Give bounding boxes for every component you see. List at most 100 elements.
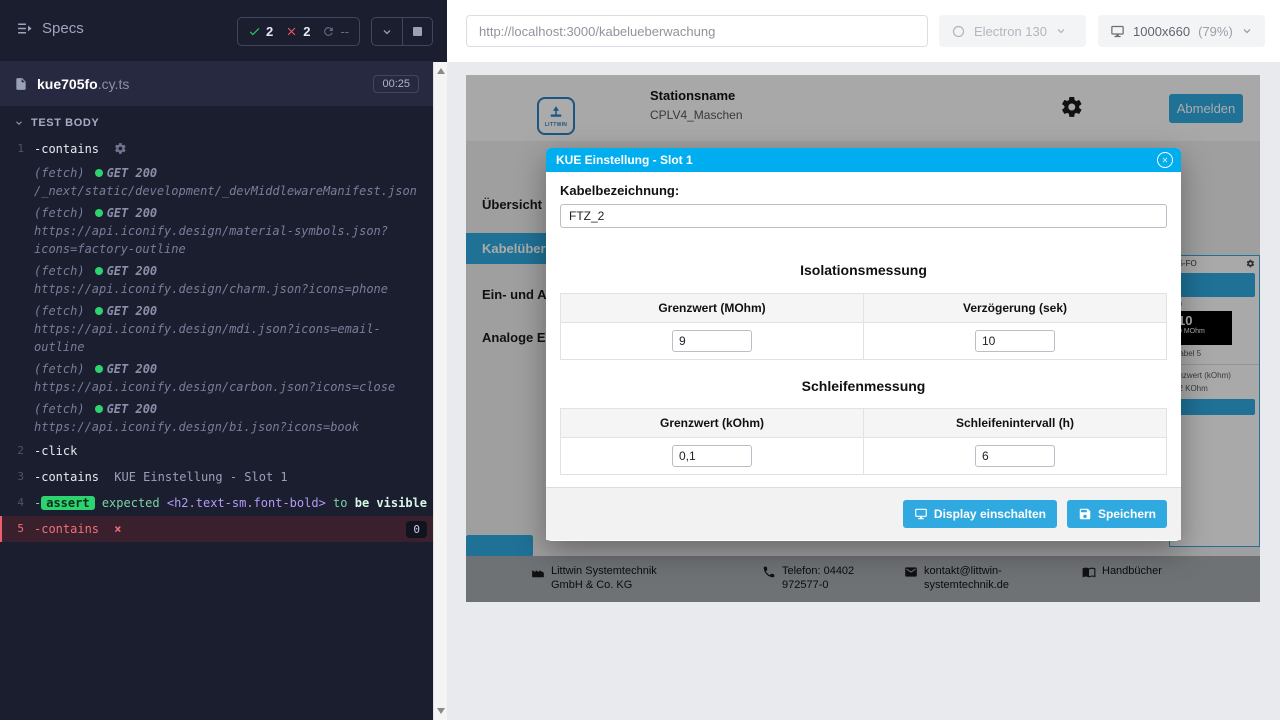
command-number: 5	[2, 520, 34, 538]
collapse-button[interactable]	[372, 18, 402, 45]
failed-stat: 2	[285, 24, 310, 39]
command-name: -contains	[34, 142, 99, 156]
stop-button[interactable]	[402, 18, 432, 45]
http-status: GET 200	[107, 166, 158, 180]
status-ok-dot	[95, 267, 103, 275]
refresh-icon	[322, 25, 335, 38]
element-count-badge: 0	[406, 521, 427, 538]
cross-icon	[285, 25, 298, 38]
aut-panel: Electron 130 1000x660 (79%) LITTWIN St	[447, 0, 1280, 720]
chevron-down-icon	[1055, 25, 1067, 37]
chevron-down-icon	[1241, 25, 1253, 37]
cable-name-input[interactable]	[560, 204, 1167, 228]
command-options-gear-icon	[114, 142, 127, 155]
check-icon	[248, 25, 261, 38]
passed-stat: 2	[248, 24, 273, 39]
test-body-section[interactable]: TEST BODY	[0, 106, 433, 136]
loop-limit-input[interactable]	[672, 445, 752, 467]
status-ok-dot	[95, 405, 103, 413]
loop-heading: Schleifenmessung	[560, 378, 1167, 394]
reporter-scrollbar[interactable]	[433, 62, 447, 720]
isolation-heading: Isolationsmessung	[560, 262, 1167, 278]
modal-body: Kabelbezeichnung: Isolationsmessung Gren…	[546, 183, 1181, 540]
display-on-button[interactable]: Display einschalten	[903, 500, 1057, 528]
command-log: 1 -contains (fetch) GET 200 /_next/static…	[0, 136, 433, 542]
modal-footer: Display einschalten Speichern	[546, 487, 1181, 540]
reporter-controls	[371, 17, 433, 46]
command-number: 4	[0, 494, 34, 512]
column-header: Verzögerung (sek)	[864, 294, 1167, 323]
isolation-delay-input[interactable]	[975, 330, 1055, 352]
fetch-url: https://api.iconify.design/charm.json?ic…	[34, 280, 427, 298]
command-row-assert[interactable]: 4 -assert expected <h2.text-sm.font-bold…	[0, 490, 433, 516]
url-input[interactable]	[466, 15, 928, 47]
chevron-down-icon	[14, 118, 24, 128]
failed-count: 2	[303, 24, 310, 39]
aut-canvas: LITTWIN Stationsname CPLV4_Maschen Abmel…	[447, 62, 1280, 720]
status-ok-dot	[95, 307, 103, 315]
fetch-label: (fetch)	[34, 206, 85, 220]
loop-table: Grenzwert (kOhm) Schleifenintervall (h)	[560, 408, 1167, 475]
fetch-log-row[interactable]: (fetch) GET 200 https://api.iconify.desig…	[0, 260, 433, 300]
specs-label: Specs	[42, 20, 84, 37]
viewport-zoom: (79%)	[1198, 24, 1233, 39]
fetch-label: (fetch)	[34, 402, 85, 416]
modal-header: KUE Einstellung - Slot 1	[546, 148, 1181, 172]
command-number: 2	[0, 442, 34, 460]
fetch-url: https://api.iconify.design/bi.json?icons…	[34, 418, 427, 436]
cypress-reporter: Specs 2 2 --	[0, 0, 433, 720]
modal-title: KUE Einstellung - Slot 1	[556, 153, 693, 167]
fetch-label: (fetch)	[34, 264, 85, 278]
fetch-log-row[interactable]: (fetch)GET 200 https://api.iconify.desig…	[0, 398, 433, 438]
fetch-log-row[interactable]: (fetch)GET 200 https://api.iconify.desig…	[0, 358, 433, 398]
spec-duration: 00:25	[373, 75, 419, 93]
stop-icon	[413, 27, 422, 36]
command-name: -contains	[34, 522, 99, 536]
kue-settings-modal: KUE Einstellung - Slot 1 Kabelbezeichnun…	[546, 148, 1181, 541]
command-row[interactable]: 1 -contains	[0, 136, 433, 162]
http-status: GET 200	[107, 206, 158, 220]
specs-menu-icon	[16, 20, 33, 37]
fetch-label: (fetch)	[34, 362, 85, 376]
reporter-header: Specs 2 2 --	[0, 0, 433, 62]
status-ok-dot	[95, 169, 103, 177]
viewport-size: 1000x660	[1133, 24, 1190, 39]
command-number: 1	[0, 140, 34, 158]
save-button[interactable]: Speichern	[1067, 500, 1167, 528]
isolation-table: Grenzwert (MOhm) Verzögerung (sek)	[560, 293, 1167, 360]
pending-stat: --	[322, 24, 349, 39]
cable-name-label: Kabelbezeichnung:	[560, 183, 1167, 198]
fetch-log-row[interactable]: (fetch)GET 200 https://api.iconify.desig…	[0, 300, 433, 358]
reporter-corner	[433, 0, 447, 62]
fetch-log-row[interactable]: (fetch) GET 200 /_next/static/development…	[0, 162, 433, 202]
command-number: 3	[0, 468, 34, 486]
assert-selector: <h2.text-sm.font-bold>	[167, 496, 326, 510]
isolation-limit-input[interactable]	[672, 330, 752, 352]
command-row-failed[interactable]: 5 -contains × 0	[0, 516, 433, 542]
fetch-log-row[interactable]: (fetch)GET 200 https://api.iconify.desig…	[0, 202, 433, 260]
screen: Specs 2 2 --	[0, 0, 1280, 720]
fetch-url: /_next/static/development/_devMiddleware…	[34, 182, 427, 200]
command-row[interactable]: 2 -click	[0, 438, 433, 464]
scroll-down-arrow-icon[interactable]	[437, 708, 445, 714]
command-name: -click	[34, 444, 77, 458]
spec-file-name: kue705fo.cy.ts	[37, 76, 129, 92]
browser-label: Electron 130	[974, 24, 1047, 39]
command-name: -contains	[34, 470, 99, 484]
display-icon	[914, 507, 928, 521]
viewport-select[interactable]: 1000x660 (79%)	[1098, 15, 1265, 47]
modal-close-button[interactable]	[1157, 152, 1173, 168]
scroll-up-arrow-icon[interactable]	[437, 68, 445, 74]
command-row[interactable]: 3 -contains KUE Einstellung - Slot 1	[0, 464, 433, 490]
aut-topbar: Electron 130 1000x660 (79%)	[447, 0, 1280, 62]
fetch-label: (fetch)	[34, 304, 85, 318]
save-floppy-icon	[1078, 507, 1092, 521]
http-status: GET 200	[107, 264, 158, 278]
assert-message: expected	[102, 496, 160, 510]
spec-file-row[interactable]: kue705fo.cy.ts 00:25	[0, 62, 433, 106]
specs-menu-button[interactable]: Specs	[16, 20, 84, 37]
loop-interval-input[interactable]	[975, 445, 1055, 467]
browser-select[interactable]: Electron 130	[939, 15, 1086, 47]
column-header: Grenzwert (MOhm)	[561, 294, 864, 323]
fetch-label: (fetch)	[34, 166, 85, 180]
